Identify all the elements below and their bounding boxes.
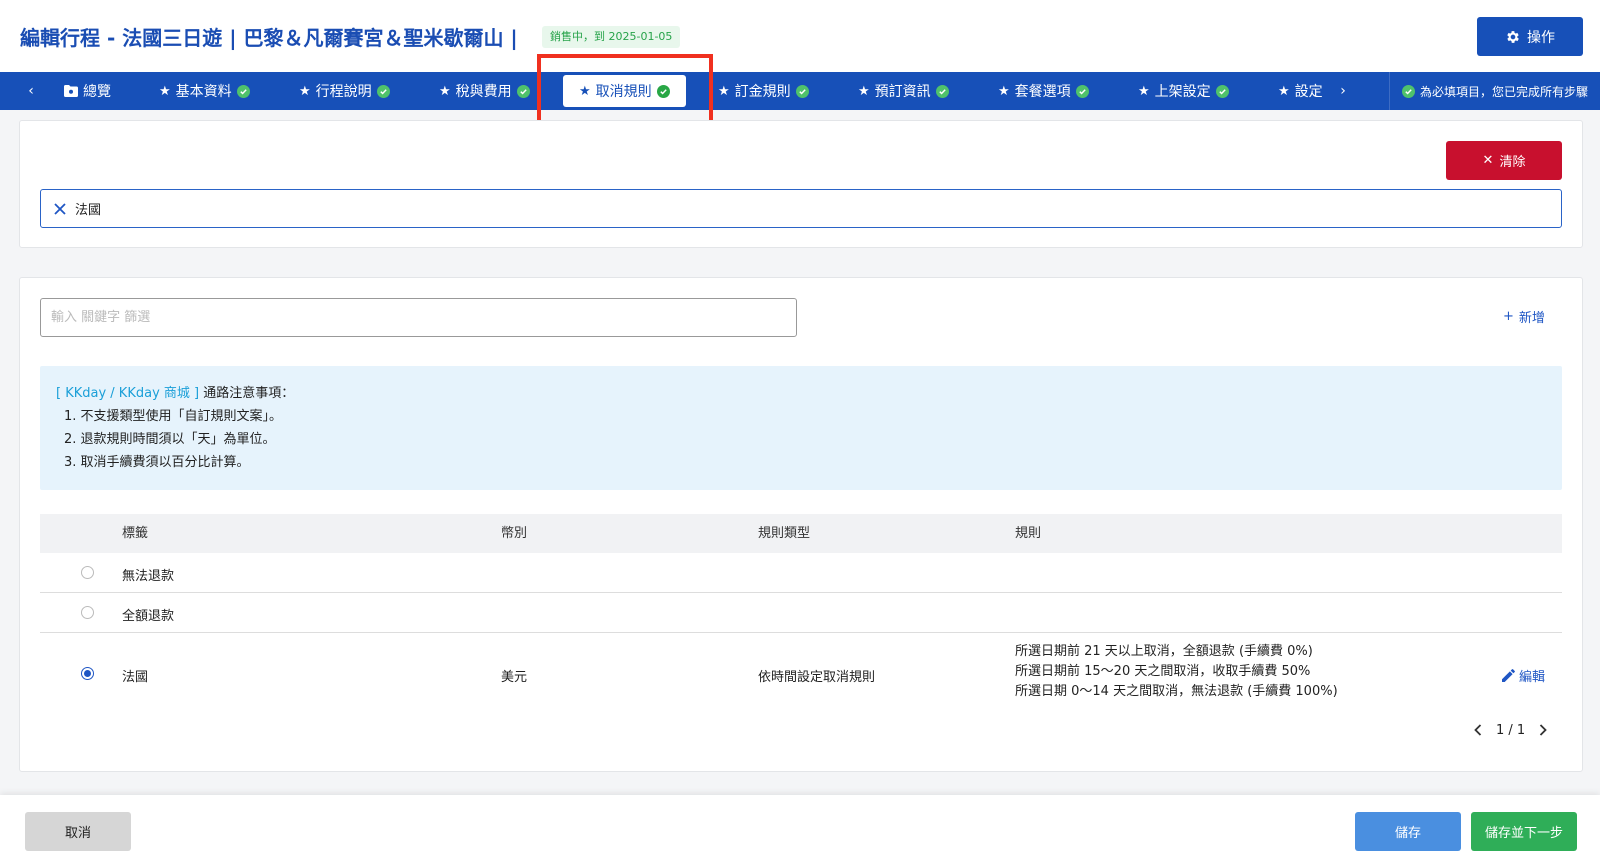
tabs-prev-arrow[interactable]: ‹: [19, 72, 43, 110]
tab-label: 上架設定: [1154, 84, 1211, 100]
operate-label: 操作: [1527, 29, 1555, 46]
filter-panel: [19, 120, 1583, 248]
check-circle-icon: [935, 84, 949, 98]
check-circle-icon: [516, 84, 530, 98]
notice-channel: [ KKday / KKday 商城 ]: [56, 386, 200, 401]
plus-icon: +: [1503, 309, 1514, 324]
tab-deposit-rules[interactable]: ★ 訂金規則: [718, 72, 809, 110]
star-icon: ★: [1278, 83, 1290, 99]
check-circle-icon: [656, 84, 670, 98]
row-currency: 美元: [501, 670, 528, 685]
row-rule-type: 依時間設定取消規則: [758, 670, 876, 685]
header-rules: 規則: [1015, 526, 1042, 541]
row-label: 法國: [122, 670, 149, 685]
rules-table-header: 標籤 幣別 規則類型 規則: [40, 514, 1562, 553]
rule-line: 所選日期 0～14 天之間取消，無法退款 (手續費 100%): [1015, 684, 1338, 699]
add-label: 新增: [1518, 311, 1545, 326]
tab-label: 設定: [1294, 84, 1323, 100]
star-icon: ★: [1138, 83, 1150, 99]
row-label: 無法退款: [122, 569, 175, 584]
table-row[interactable]: 無法退款: [40, 553, 1562, 593]
row-rules: 所選日期前 21 天以上取消，全額退款 (手續費 0%) 所選日期前 15～20…: [1015, 642, 1338, 702]
tab-label: 稅與費用: [455, 84, 512, 100]
page-indicator: 1 / 1: [1496, 722, 1526, 738]
notice-item: 1. 不支援類型使用「自訂規則文案」。: [64, 409, 283, 424]
tab-label: 基本資料: [175, 84, 232, 100]
header-currency: 幣別: [501, 526, 528, 541]
star-icon: ★: [159, 83, 171, 99]
folder-icon: [64, 85, 78, 97]
row-label: 全額退款: [122, 609, 175, 624]
save-and-next-button[interactable]: 儲存並下一步: [1471, 812, 1577, 851]
rule-line: 所選日期前 21 天以上取消，全額退款 (手續費 0%): [1015, 644, 1313, 659]
table-row[interactable]: 法國 美元 依時間設定取消規則 所選日期前 21 天以上取消，全額退款 (手續費…: [40, 633, 1562, 715]
step-tabbar: ‹ 總覽 ★ 基本資料 ★ 行程說明 ★ 稅與費用 ★ 取消規則 ★ 訂金規則 …: [0, 72, 1600, 110]
channel-notice: [ KKday / KKday 商城 ] 通路注意事項： 1. 不支援類型使用「…: [40, 366, 1562, 490]
chevron-left-icon[interactable]: [1470, 722, 1486, 738]
rule-line: 所選日期前 15～20 天之間取消，收取手續費 50%: [1015, 664, 1311, 679]
page-title: 編輯行程 - 法國三日遊 | 巴黎＆凡爾賽宮＆聖米歇爾山 |: [20, 26, 518, 50]
tab-label: 取消規則: [595, 84, 652, 100]
close-icon: ✕: [1482, 153, 1494, 168]
tab-settings[interactable]: ★ 設定: [1278, 72, 1332, 110]
check-circle-icon: [1401, 84, 1415, 98]
keyword-filter-input[interactable]: [40, 298, 797, 337]
check-circle-icon: [1215, 84, 1229, 98]
tab-label: 套餐選項: [1014, 84, 1071, 100]
chevron-right-icon[interactable]: [1535, 722, 1551, 738]
star-icon: ★: [718, 83, 730, 99]
notice-item: 2. 退款規則時間須以「天」為單位。: [64, 432, 276, 447]
add-rule-button[interactable]: + 新增: [1503, 307, 1545, 326]
check-circle-icon: [1075, 84, 1089, 98]
tab-label: 預訂資訊: [874, 84, 931, 100]
row-radio[interactable]: [81, 566, 94, 579]
tab-tax-fees[interactable]: ★ 稅與費用: [439, 72, 530, 110]
pencil-icon: [1502, 669, 1515, 682]
pagination: 1 / 1: [1470, 722, 1551, 738]
operate-button[interactable]: 操作: [1477, 17, 1583, 56]
check-circle-icon: [795, 84, 809, 98]
tab-label: 訂金規則: [734, 84, 791, 100]
tab-label: 行程說明: [315, 84, 372, 100]
tabs-next-arrow[interactable]: ›: [1331, 72, 1355, 110]
star-icon: ★: [299, 83, 311, 99]
gear-icon: [1507, 30, 1519, 43]
tab-label: 總覽: [83, 84, 111, 100]
star-icon: ★: [579, 83, 591, 99]
tab-package-options[interactable]: ★ 套餐選項: [998, 72, 1089, 110]
header-rule-type: 規則類型: [758, 526, 811, 541]
table-row[interactable]: 全額退款: [40, 593, 1562, 633]
notice-item: 3. 取消手續費須以百分比計算。: [64, 455, 250, 470]
tab-overview[interactable]: 總覽: [64, 72, 111, 110]
selected-tag-field[interactable]: 法國: [40, 189, 1562, 228]
tab-cancellation-rules[interactable]: ★ 取消規則: [563, 75, 686, 107]
header-label: 標籤: [122, 526, 149, 541]
row-radio[interactable]: [81, 606, 94, 619]
clear-label: 清除: [1499, 155, 1526, 170]
required-note-text: 為必填項目，您已完成所有步驟: [1419, 84, 1588, 99]
page-header: 編輯行程 - 法國三日遊 | 巴黎＆凡爾賽宮＆聖米歇爾山 | 銷售中，到 202…: [0, 0, 1600, 72]
remove-tag-icon[interactable]: [53, 202, 67, 216]
notice-heading: 通路注意事項：: [203, 386, 295, 401]
tab-booking-info[interactable]: ★ 預訂資訊: [858, 72, 949, 110]
selected-tag-label: 法國: [75, 203, 102, 218]
star-icon: ★: [998, 83, 1010, 99]
cancel-button[interactable]: 取消: [25, 812, 131, 851]
star-icon: ★: [439, 83, 451, 99]
required-steps-note: 為必填項目，您已完成所有步驟: [1388, 72, 1588, 110]
star-icon: ★: [858, 83, 870, 99]
notice-heading-line: [ KKday / KKday 商城 ] 通路注意事項：: [56, 382, 1546, 405]
tab-itinerary[interactable]: ★ 行程說明: [299, 72, 390, 110]
row-radio[interactable]: [81, 667, 94, 680]
tab-publish-settings[interactable]: ★ 上架設定: [1138, 72, 1229, 110]
edit-button[interactable]: 編輯: [1502, 666, 1545, 685]
save-button[interactable]: 儲存: [1355, 812, 1461, 851]
status-badge: 銷售中，到 2025-01-05: [542, 26, 681, 48]
tab-basic-info[interactable]: ★ 基本資料: [159, 72, 250, 110]
edit-label: 編輯: [1519, 670, 1546, 685]
check-circle-icon: [236, 84, 250, 98]
check-circle-icon: [376, 84, 390, 98]
clear-button[interactable]: ✕ 清除: [1446, 141, 1562, 180]
